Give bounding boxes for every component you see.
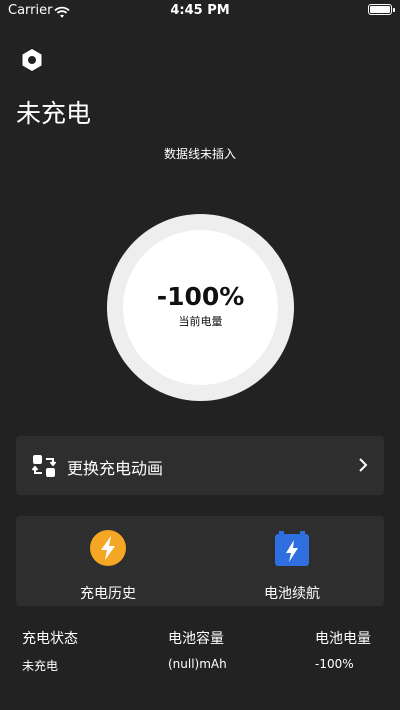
stat-value: 未充电 — [22, 659, 59, 673]
battery-bolt-icon — [275, 531, 309, 566]
clock: 4:45 PM — [170, 3, 230, 18]
stat-title: 电池容量 — [168, 631, 224, 647]
settings-button[interactable] — [18, 46, 46, 74]
feature-panel: 充电历史 电池续航 — [16, 516, 384, 606]
chevron-right-icon — [359, 458, 368, 472]
swap-icon — [31, 455, 57, 477]
battery-percent-label: 当前电量 — [178, 315, 223, 328]
stat-battery-capacity: 电池容量 (null)mAh — [168, 628, 227, 671]
change-animation-button[interactable]: 更换充电动画 — [16, 436, 384, 495]
lightning-circle-icon — [90, 530, 126, 566]
battery-percent: -100% — [156, 282, 245, 311]
battery-life-label: 电池续航 — [264, 586, 320, 602]
stat-value: (null)mAh — [168, 657, 227, 671]
battery-life-button[interactable]: 电池续航 — [200, 528, 384, 602]
battery-stats: 充电状态 未充电 电池容量 (null)mAh 电池电量 -100% — [0, 628, 400, 678]
stat-title: 充电状态 — [22, 631, 78, 647]
status-bar: Carrier 4:45 PM — [0, 0, 400, 22]
stat-battery-level: 电池电量 -100% — [315, 628, 371, 671]
change-animation-label: 更换充电动画 — [67, 459, 164, 478]
battery-gauge: -100% 当前电量 — [107, 214, 294, 401]
page-title: 未充电 — [16, 99, 92, 128]
stat-charge-status: 充电状态 未充电 — [22, 628, 78, 674]
charge-history-label: 充电历史 — [80, 586, 136, 602]
stat-title: 电池电量 — [315, 631, 371, 647]
cable-status-text: 数据线未插入 — [163, 147, 236, 161]
charge-history-button[interactable]: 充电历史 — [16, 528, 200, 602]
hexagon-settings-icon — [22, 49, 42, 71]
stat-value: -100% — [315, 657, 354, 671]
battery-icon — [368, 4, 395, 15]
